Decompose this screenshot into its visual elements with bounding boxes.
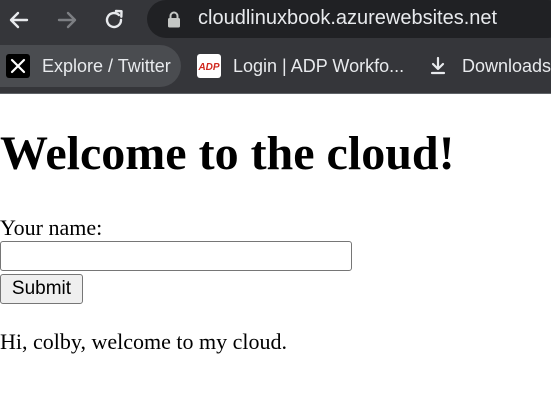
bookmark-downloads[interactable]: Downloads (426, 45, 551, 87)
name-input[interactable] (0, 241, 352, 271)
svg-text:ADP: ADP (198, 62, 220, 73)
bookmark-label: Explore / Twitter (42, 55, 171, 76)
address-bar[interactable]: cloudlinuxbook.azurewebsites.net (147, 0, 551, 38)
reload-icon (105, 9, 123, 29)
back-arrow-icon (9, 11, 29, 29)
bookmark-explore-twitter[interactable]: Explore / Twitter (0, 45, 181, 87)
greeting-message: Hi, colby, welcome to my cloud. (0, 329, 287, 354)
submit-button[interactable]: Submit (0, 274, 83, 304)
forward-arrow-icon (57, 11, 77, 29)
url-text: cloudlinuxbook.azurewebsites.net (198, 7, 498, 29)
navigation-bar: cloudlinuxbook.azurewebsites.net (0, 0, 551, 40)
bookmark-label: Login | ADP Workfo... (233, 55, 405, 76)
page-content: Welcome to the cloud! Your name: Submit … (0, 94, 551, 409)
reload-button[interactable] (97, 3, 131, 37)
bookmark-adp-login[interactable]: ADP Login | ADP Workfo... (197, 45, 404, 87)
page-title: Welcome to the cloud! (0, 127, 455, 180)
back-button[interactable] (2, 3, 36, 37)
lock-icon[interactable] (167, 11, 181, 28)
name-label: Your name: (0, 215, 103, 240)
adp-logo-icon: ADP (197, 54, 221, 78)
bookmarks-bar: Explore / Twitter ADP Login | ADP Workfo… (0, 44, 551, 90)
x-logo-icon (6, 54, 30, 78)
forward-button[interactable] (50, 3, 84, 37)
bookmark-label: Downloads (462, 55, 551, 76)
download-icon (426, 54, 450, 78)
browser-chrome: cloudlinuxbook.azurewebsites.net Explore… (0, 0, 551, 94)
